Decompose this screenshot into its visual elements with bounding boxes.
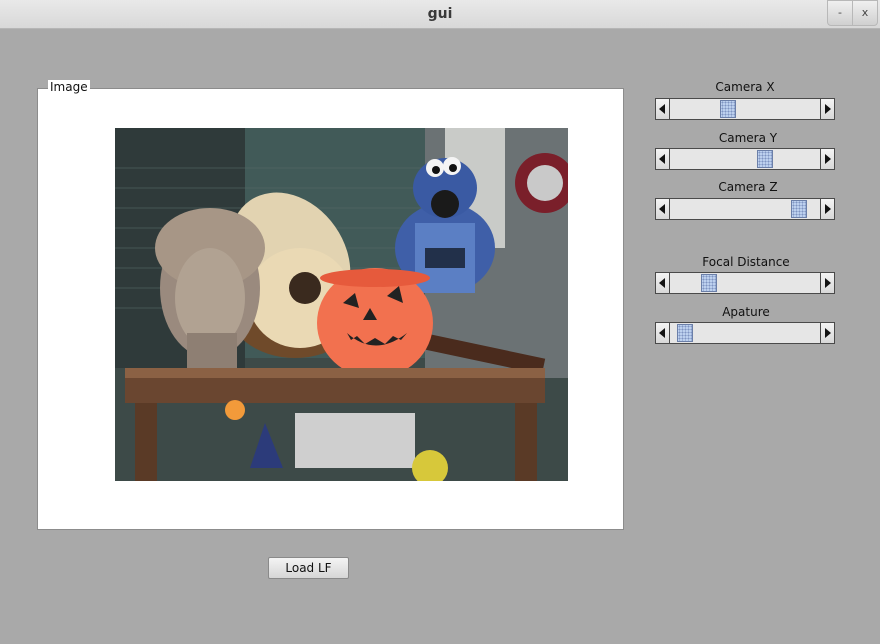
triangle-right-icon <box>825 278 831 288</box>
scroll-right-button[interactable] <box>820 198 835 220</box>
slider-thumb[interactable] <box>700 274 717 292</box>
triangle-right-icon <box>825 154 831 164</box>
triangle-right-icon <box>825 204 831 214</box>
scroll-left-button[interactable] <box>655 322 670 344</box>
slider-thumb[interactable] <box>719 100 736 118</box>
focal-distance-label: Focal Distance <box>702 255 790 269</box>
camera-x-label: Camera X <box>715 80 775 94</box>
triangle-left-icon <box>659 328 665 338</box>
slider-thumb[interactable] <box>790 200 807 218</box>
image-panel-label: Image <box>48 80 90 94</box>
triangle-right-icon <box>825 104 831 114</box>
slider-track[interactable] <box>670 198 820 220</box>
window-title: gui <box>427 6 453 22</box>
slider-thumb[interactable] <box>676 324 693 342</box>
scroll-right-button[interactable] <box>820 98 835 120</box>
apature-label: Apature <box>722 305 770 319</box>
scroll-left-button[interactable] <box>655 272 670 294</box>
scroll-left-button[interactable] <box>655 148 670 170</box>
focal-distance-slider[interactable] <box>655 272 835 294</box>
triangle-left-icon <box>659 154 665 164</box>
light-field-image-render <box>115 128 568 481</box>
slider-track[interactable] <box>670 148 820 170</box>
camera-y-slider[interactable] <box>655 148 835 170</box>
scroll-right-button[interactable] <box>820 272 835 294</box>
title-bar: gui - x <box>0 0 880 29</box>
scroll-left-button[interactable] <box>655 198 670 220</box>
camera-z-slider[interactable] <box>655 198 835 220</box>
triangle-right-icon <box>825 328 831 338</box>
camera-x-slider[interactable] <box>655 98 835 120</box>
slider-track[interactable] <box>670 322 820 344</box>
camera-z-label: Camera Z <box>718 180 778 194</box>
scroll-left-button[interactable] <box>655 98 670 120</box>
triangle-left-icon <box>659 104 665 114</box>
load-lf-button[interactable]: Load LF <box>268 557 349 579</box>
scroll-right-button[interactable] <box>820 148 835 170</box>
triangle-left-icon <box>659 278 665 288</box>
apature-slider[interactable] <box>655 322 835 344</box>
close-button[interactable]: x <box>852 0 878 26</box>
minimize-button[interactable]: - <box>827 0 853 26</box>
slider-track[interactable] <box>670 98 820 120</box>
triangle-left-icon <box>659 204 665 214</box>
light-field-image <box>115 128 568 481</box>
scroll-right-button[interactable] <box>820 322 835 344</box>
slider-track[interactable] <box>670 272 820 294</box>
camera-y-label: Camera Y <box>718 131 778 145</box>
slider-thumb[interactable] <box>757 150 774 168</box>
